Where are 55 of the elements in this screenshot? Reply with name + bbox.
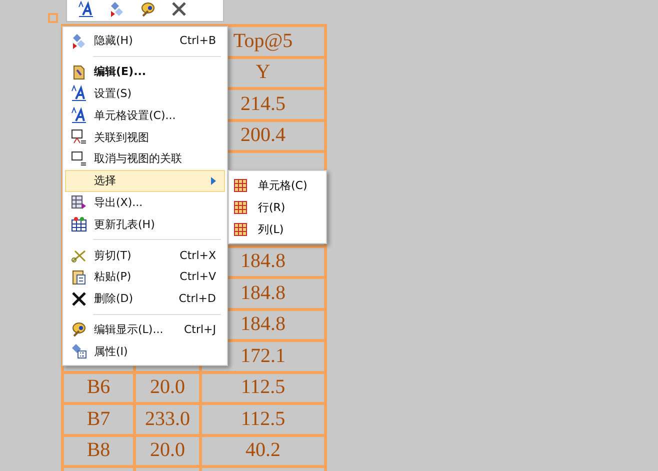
grid-icon xyxy=(233,178,248,192)
menu-item[interactable]: 导出(X)... xyxy=(65,192,225,214)
table-cell: 184.8 xyxy=(240,282,286,305)
menu-item[interactable]: 编辑(E)... xyxy=(65,60,225,83)
submenu-item[interactable]: 行(R) xyxy=(229,196,326,218)
menu-item[interactable]: 关联到视图 xyxy=(65,126,225,148)
diamond-icon[interactable] xyxy=(109,1,125,17)
menu-item[interactable]: 删除(D) Ctrl+D xyxy=(65,288,225,310)
menu-item[interactable]: 剪切(T) Ctrl+X xyxy=(65,244,225,266)
table-cell: 20.0 xyxy=(150,439,185,462)
menu-item[interactable]: 更新孔表(H) xyxy=(65,213,225,236)
grid-icon xyxy=(71,216,87,232)
submenu-arrow-icon xyxy=(211,176,216,185)
close-icon[interactable] xyxy=(171,1,187,17)
table-cell: 112.5 xyxy=(240,408,286,431)
palette-icon[interactable] xyxy=(140,1,156,17)
table-cell: Y xyxy=(256,61,270,84)
selection-handle[interactable] xyxy=(48,13,58,23)
table-cell: B8 xyxy=(86,439,110,462)
table-cell: 233.0 xyxy=(145,408,190,431)
text-style-icon[interactable] xyxy=(78,1,94,17)
table-cell: 184.8 xyxy=(240,250,286,274)
table-cell: 172.1 xyxy=(240,344,286,368)
palette-icon xyxy=(71,321,87,338)
table-cell: Top@5 xyxy=(233,30,293,53)
tag-icon xyxy=(71,343,87,360)
table-cell: B7 xyxy=(86,408,110,431)
text-style-icon xyxy=(71,85,87,102)
diamond-icon xyxy=(71,32,87,49)
page-icon xyxy=(71,64,87,80)
submenu-item[interactable]: 单元格(C) xyxy=(229,174,326,196)
table-cell: 40.2 xyxy=(246,439,280,462)
table-cell: 214.5 xyxy=(240,92,286,116)
menu-item[interactable]: 粘贴(P) Ctrl+V xyxy=(65,266,225,288)
table-cell: 20.0 xyxy=(150,376,185,400)
table-cell: 112.5 xyxy=(240,376,286,400)
menu-item[interactable]: 编辑显示(L)... Ctrl+J xyxy=(65,318,225,340)
menu-item[interactable]: 取消与视图的关联 xyxy=(65,148,225,170)
submenu-item[interactable]: 列(L) xyxy=(229,218,326,240)
table-cell: B6 xyxy=(86,376,110,400)
menu-item[interactable]: 属性(I) xyxy=(65,340,225,362)
text-style-icon xyxy=(71,107,87,124)
menu-item[interactable]: 设置(S) xyxy=(65,82,225,104)
table-cell: 200.4 xyxy=(240,124,286,148)
menu-item[interactable]: 选择 xyxy=(65,170,225,192)
menu-item[interactable]: 单元格设置(C)... xyxy=(65,104,225,126)
view-unlink-icon xyxy=(71,150,87,167)
close-icon xyxy=(71,290,87,307)
table-cell: 184.8 xyxy=(240,313,286,336)
grid-icon xyxy=(233,200,248,214)
table-export-icon xyxy=(71,194,87,210)
grid-icon xyxy=(233,222,248,236)
menu-item[interactable]: 隐藏(H) Ctrl+B xyxy=(65,30,225,52)
clipboard-icon xyxy=(71,268,87,285)
view-link-icon xyxy=(71,129,87,146)
